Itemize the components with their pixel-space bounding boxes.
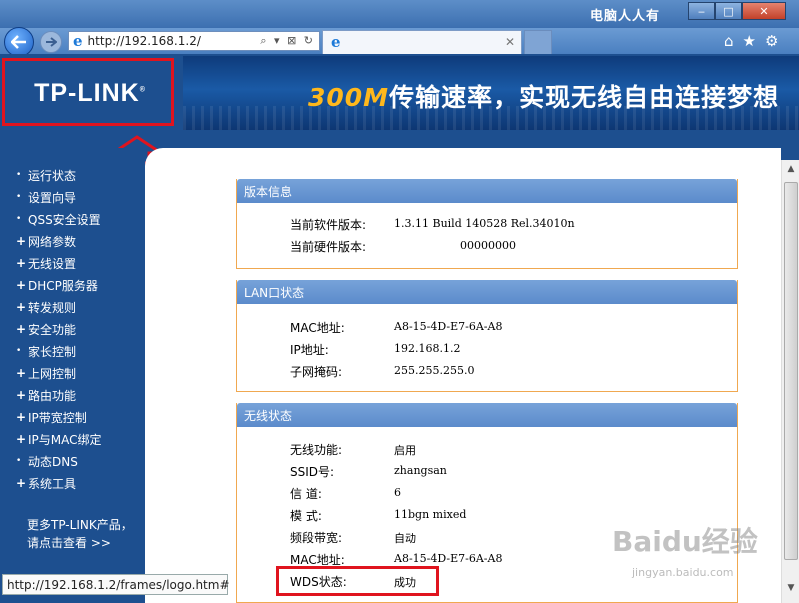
- sidebar-item-access-control[interactable]: + 上网控制: [16, 362, 102, 384]
- sidebar-item-system-tools[interactable]: + 系统工具: [16, 472, 102, 494]
- vertical-scrollbar[interactable]: ▲ ▼: [781, 160, 799, 603]
- forward-arrow-icon[interactable]: [40, 31, 62, 53]
- sidebar: • 运行状态 • 设置向导 • QSS安全设置 + 网络参数 + 无线设置 + DHCP服务…: [0, 148, 145, 603]
- more-products-link[interactable]: 更多TP-LINK产品， 请点击查看 >>: [27, 516, 133, 552]
- sidebar-item-routing[interactable]: + 路由功能: [16, 384, 102, 406]
- banner: 300M传输速率，实现无线自由连接梦想: [183, 56, 799, 130]
- scroll-down-icon[interactable]: ▼: [782, 583, 799, 599]
- title-watermark: 电脑人人有: [590, 9, 661, 24]
- baidu-watermark: Baidu经验: [612, 525, 758, 558]
- sidebar-item-dhcp[interactable]: + DHCP服务器: [16, 274, 102, 296]
- address-url[interactable]: http://192.168.1.2/: [88, 34, 261, 48]
- sidebar-item-parental[interactable]: • 家长控制: [16, 340, 102, 362]
- info-row: IP地址: 192.168.1.2: [290, 342, 461, 357]
- wds-highlight-box: [276, 566, 439, 596]
- sidebar-item-running-status[interactable]: • 运行状态: [16, 164, 102, 186]
- info-row: 当前硬件版本: 00000000: [290, 239, 516, 254]
- sidebar-item-ip-mac[interactable]: + IP与MAC绑定: [16, 428, 102, 450]
- browser-tab[interactable]: e ✕: [322, 30, 522, 54]
- sidebar-item-setup-wizard[interactable]: • 设置向导: [16, 186, 102, 208]
- info-row: MAC地址: A8-15-4D-E7-6A-A8: [290, 320, 503, 335]
- home-icon[interactable]: ⌂: [724, 32, 734, 50]
- version-panel: 版本信息 当前软件版本: 1.3.11 Build 140528 Rel.340…: [236, 179, 738, 269]
- info-row: 信 道: 6: [290, 486, 401, 501]
- info-row: 无线功能: 启用: [290, 443, 416, 457]
- address-action-icons[interactable]: ⌕ ▾ ⊠ ↻: [260, 34, 319, 48]
- ie-icon: e: [331, 33, 341, 51]
- sidebar-menu: • 运行状态 • 设置向导 • QSS安全设置 + 网络参数 + 无线设置 + DHCP服务…: [16, 164, 102, 494]
- scroll-up-icon[interactable]: ▲: [782, 164, 799, 180]
- lan-panel: LAN口状态 MAC地址: A8-15-4D-E7-6A-A8 IP地址: 19…: [236, 280, 738, 392]
- sidebar-item-wireless[interactable]: + 无线设置: [16, 252, 102, 274]
- sidebar-item-forwarding[interactable]: + 转发规则: [16, 296, 102, 318]
- close-button[interactable]: ✕: [742, 2, 786, 20]
- favorites-star-icon[interactable]: ★: [743, 32, 756, 50]
- browser-navbar: e http://192.168.1.2/ ⌕ ▾ ⊠ ↻ e ✕ ⌂ ★ ⚙: [0, 27, 799, 57]
- back-arrow-icon[interactable]: [4, 27, 34, 57]
- info-row: 当前软件版本: 1.3.11 Build 140528 Rel.34010n: [290, 217, 575, 232]
- baidu-watermark-url: jingyan.baidu.com: [632, 566, 734, 579]
- close-icon[interactable]: ✕: [505, 35, 515, 49]
- panel-title: 版本信息: [237, 179, 737, 203]
- info-row: 子网掩码: 255.255.255.0: [290, 364, 475, 379]
- info-row: SSID号: zhangsan: [290, 464, 447, 479]
- panel-title: LAN口状态: [237, 280, 737, 304]
- panel-title: 无线状态: [237, 403, 737, 427]
- browser-statusbar: http://192.168.1.2/frames/logo.htm#: [2, 574, 230, 595]
- window-titlebar: 电脑人人有 ‒ □ ✕: [0, 0, 799, 28]
- sidebar-item-ddns[interactable]: • 动态DNS: [16, 450, 102, 472]
- gear-icon[interactable]: ⚙: [765, 32, 778, 50]
- banner-slogan: 300M传输速率，实现无线自由连接梦想: [308, 83, 780, 112]
- maximize-button[interactable]: □: [715, 2, 742, 20]
- router-header: TP-LINK® 300M传输速率，实现无线自由连接梦想: [0, 54, 799, 134]
- browser-tools: ⌂ ★ ⚙: [724, 32, 778, 50]
- ie-icon: e: [73, 31, 83, 50]
- address-bar[interactable]: e http://192.168.1.2/ ⌕ ▾ ⊠ ↻: [68, 31, 320, 51]
- new-tab-button[interactable]: [524, 30, 552, 54]
- window-controls: ‒ □ ✕: [688, 2, 786, 20]
- scroll-thumb[interactable]: [784, 182, 798, 560]
- sidebar-item-network[interactable]: + 网络参数: [16, 230, 102, 252]
- sidebar-item-bandwidth[interactable]: + IP带宽控制: [16, 406, 102, 428]
- logo-highlight-box: [2, 58, 174, 126]
- sidebar-item-qss[interactable]: • QSS安全设置: [16, 208, 102, 230]
- sidebar-item-security[interactable]: + 安全功能: [16, 318, 102, 340]
- minimize-button[interactable]: ‒: [688, 2, 715, 20]
